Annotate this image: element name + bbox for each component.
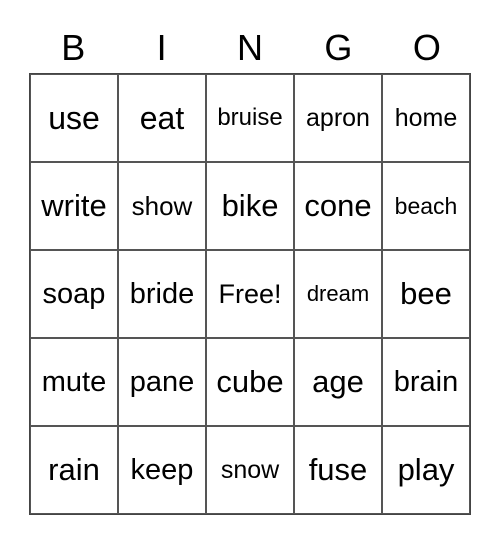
bingo-cell: brain	[382, 338, 470, 426]
bingo-cell: pane	[118, 338, 206, 426]
bingo-cell: cube	[206, 338, 294, 426]
bingo-cell: eat	[118, 74, 206, 162]
header-letter-i: I	[156, 27, 167, 68]
bingo-cell: apron	[294, 74, 382, 162]
bingo-cell: write	[30, 162, 118, 250]
header-letter-g: G	[324, 27, 353, 68]
bingo-cell: snow	[206, 426, 294, 514]
bingo-cell: keep	[118, 426, 206, 514]
bingo-cell: Free!	[206, 250, 294, 338]
bingo-cell: bruise	[206, 74, 294, 162]
bingo-cell: cone	[294, 162, 382, 250]
bingo-cell: dream	[294, 250, 382, 338]
bingo-cell: show	[118, 162, 206, 250]
header-letter-o: O	[412, 27, 441, 68]
bingo-cell: beach	[382, 162, 470, 250]
bingo-cell: play	[382, 426, 470, 514]
bingo-header: B I N G O	[29, 24, 471, 72]
bingo-cell: bike	[206, 162, 294, 250]
bingo-cell: soap	[30, 250, 118, 338]
bingo-grid: use eat bruise apron home write show bike cone be…	[29, 73, 471, 515]
bingo-cell: home	[382, 74, 470, 162]
header-letter-n: N	[237, 27, 264, 68]
bingo-cell: bride	[118, 250, 206, 338]
bingo-cell: rain	[30, 426, 118, 514]
bingo-cell: bee	[382, 250, 470, 338]
header-letter-b: B	[61, 27, 86, 68]
bingo-cell: use	[30, 74, 118, 162]
bingo-cell: age	[294, 338, 382, 426]
bingo-cell: fuse	[294, 426, 382, 514]
bingo-cell: mute	[30, 338, 118, 426]
